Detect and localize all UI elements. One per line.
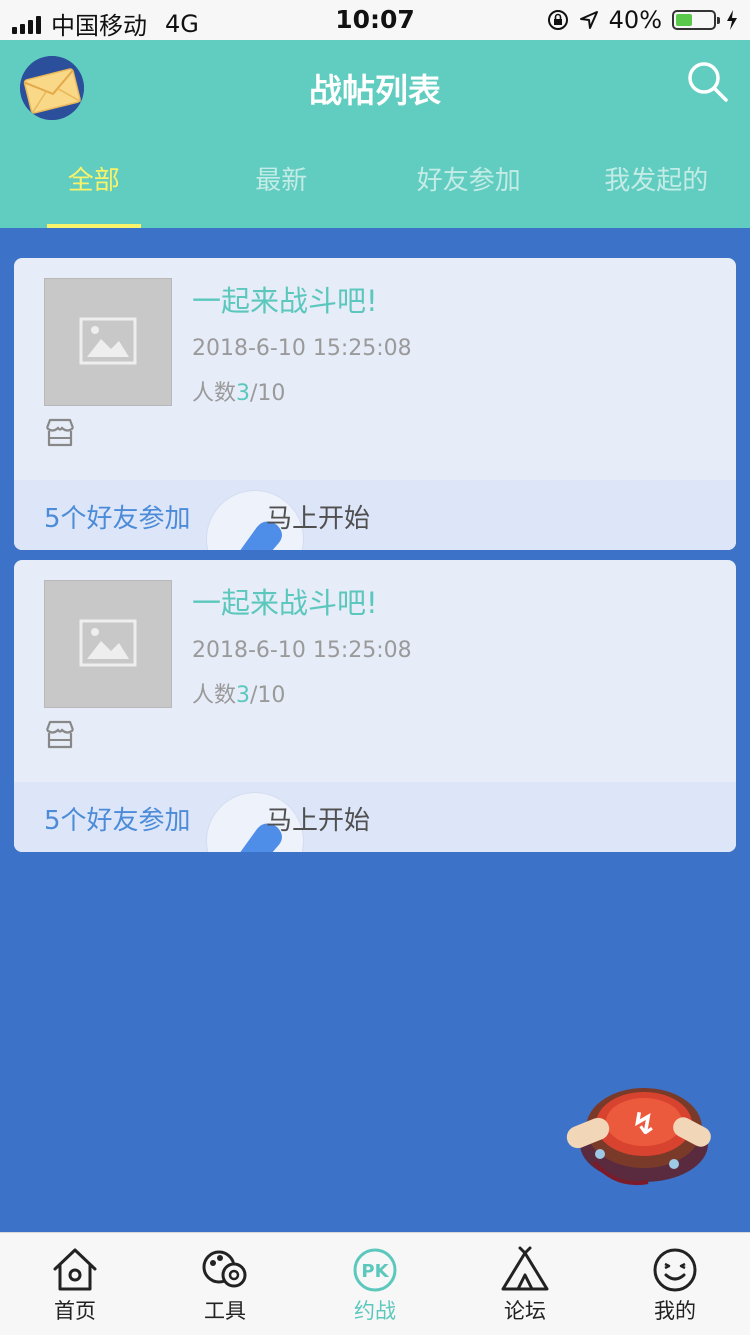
status-right: 40% — [547, 6, 738, 34]
post-footer: 5个好友参加 马上开始 — [14, 480, 736, 550]
post-thumbnail — [44, 580, 172, 708]
post-title: 一起来战斗吧! — [192, 580, 378, 622]
tabbar-label-me: 我的 — [600, 1295, 750, 1325]
app-header: 战帖列表 全部 最新 好友参加 我发起的 — [0, 40, 750, 228]
post-card[interactable]: 一起来战斗吧! 2018-6-10 15:25:08 人数3/10 5个好友参加… — [14, 258, 736, 550]
post-count: 人数3/10 — [192, 375, 285, 407]
shop-icon[interactable] — [44, 720, 76, 750]
start-now-button[interactable]: 马上开始 — [266, 800, 370, 837]
tabbar-item-me[interactable]: 我的 — [600, 1233, 750, 1335]
start-now-button[interactable]: 马上开始 — [266, 498, 370, 535]
search-icon[interactable] — [686, 60, 730, 104]
image-placeholder-icon — [79, 317, 137, 365]
svg-text:PK: PK — [361, 1261, 389, 1282]
tab-all[interactable]: 全部 — [0, 148, 188, 228]
tabbar-item-home[interactable]: 首页 — [0, 1233, 150, 1335]
friends-joined-label[interactable]: 5个好友参加 — [44, 800, 191, 837]
tabbar-label-home: 首页 — [0, 1295, 150, 1325]
count-total: /10 — [250, 381, 285, 406]
battery-icon — [672, 10, 716, 30]
post-title: 一起来战斗吧! — [192, 278, 378, 320]
post-footer: 5个好友参加 马上开始 — [14, 782, 736, 852]
post-thumbnail — [44, 278, 172, 406]
post-time: 2018-6-10 15:25:08 — [192, 638, 412, 663]
count-total: /10 — [250, 683, 285, 708]
battery-percent: 40% — [609, 6, 662, 34]
tab-latest[interactable]: 最新 — [188, 148, 376, 228]
tab-my-created[interactable]: 我发起的 — [563, 148, 750, 228]
page-title: 战帖列表 — [0, 64, 750, 112]
tabbar-label-battle: 约战 — [300, 1295, 450, 1325]
battle-drum-button-icon[interactable]: ↯ — [564, 1078, 716, 1190]
tabbar-item-tools[interactable]: 工具 — [150, 1233, 300, 1335]
post-count: 人数3/10 — [192, 677, 285, 709]
count-current: 3 — [236, 683, 250, 708]
status-bar: 中国移动 4G 10:07 40% — [0, 0, 750, 40]
tab-friends-joined[interactable]: 好友参加 — [375, 148, 563, 228]
tent-icon — [500, 1245, 550, 1295]
pk-icon: PK — [350, 1245, 400, 1295]
tabbar-label-tools: 工具 — [150, 1295, 300, 1325]
post-time: 2018-6-10 15:25:08 — [192, 336, 412, 361]
svg-text:↯: ↯ — [631, 1107, 656, 1142]
count-label: 人数 — [192, 381, 236, 406]
tabbar-item-battle[interactable]: PK 约战 — [300, 1233, 450, 1335]
tabbar-item-forum[interactable]: 论坛 — [450, 1233, 600, 1335]
smiley-icon — [650, 1245, 700, 1295]
home-icon — [50, 1245, 100, 1295]
bottom-tab-bar: 首页 工具 PK 约战 论坛 我 — [0, 1232, 750, 1335]
rotation-lock-icon — [547, 9, 569, 31]
post-card[interactable]: 一起来战斗吧! 2018-6-10 15:25:08 人数3/10 5个好友参加… — [14, 560, 736, 852]
shop-icon[interactable] — [44, 418, 76, 448]
tools-icon — [200, 1245, 250, 1295]
location-icon — [579, 10, 599, 30]
filter-tabs: 全部 最新 好友参加 我发起的 — [0, 148, 750, 228]
tabbar-label-forum: 论坛 — [450, 1295, 600, 1325]
image-placeholder-icon — [79, 619, 137, 667]
count-label: 人数 — [192, 683, 236, 708]
count-current: 3 — [236, 381, 250, 406]
friends-joined-label[interactable]: 5个好友参加 — [44, 498, 191, 535]
charging-icon — [726, 10, 738, 30]
